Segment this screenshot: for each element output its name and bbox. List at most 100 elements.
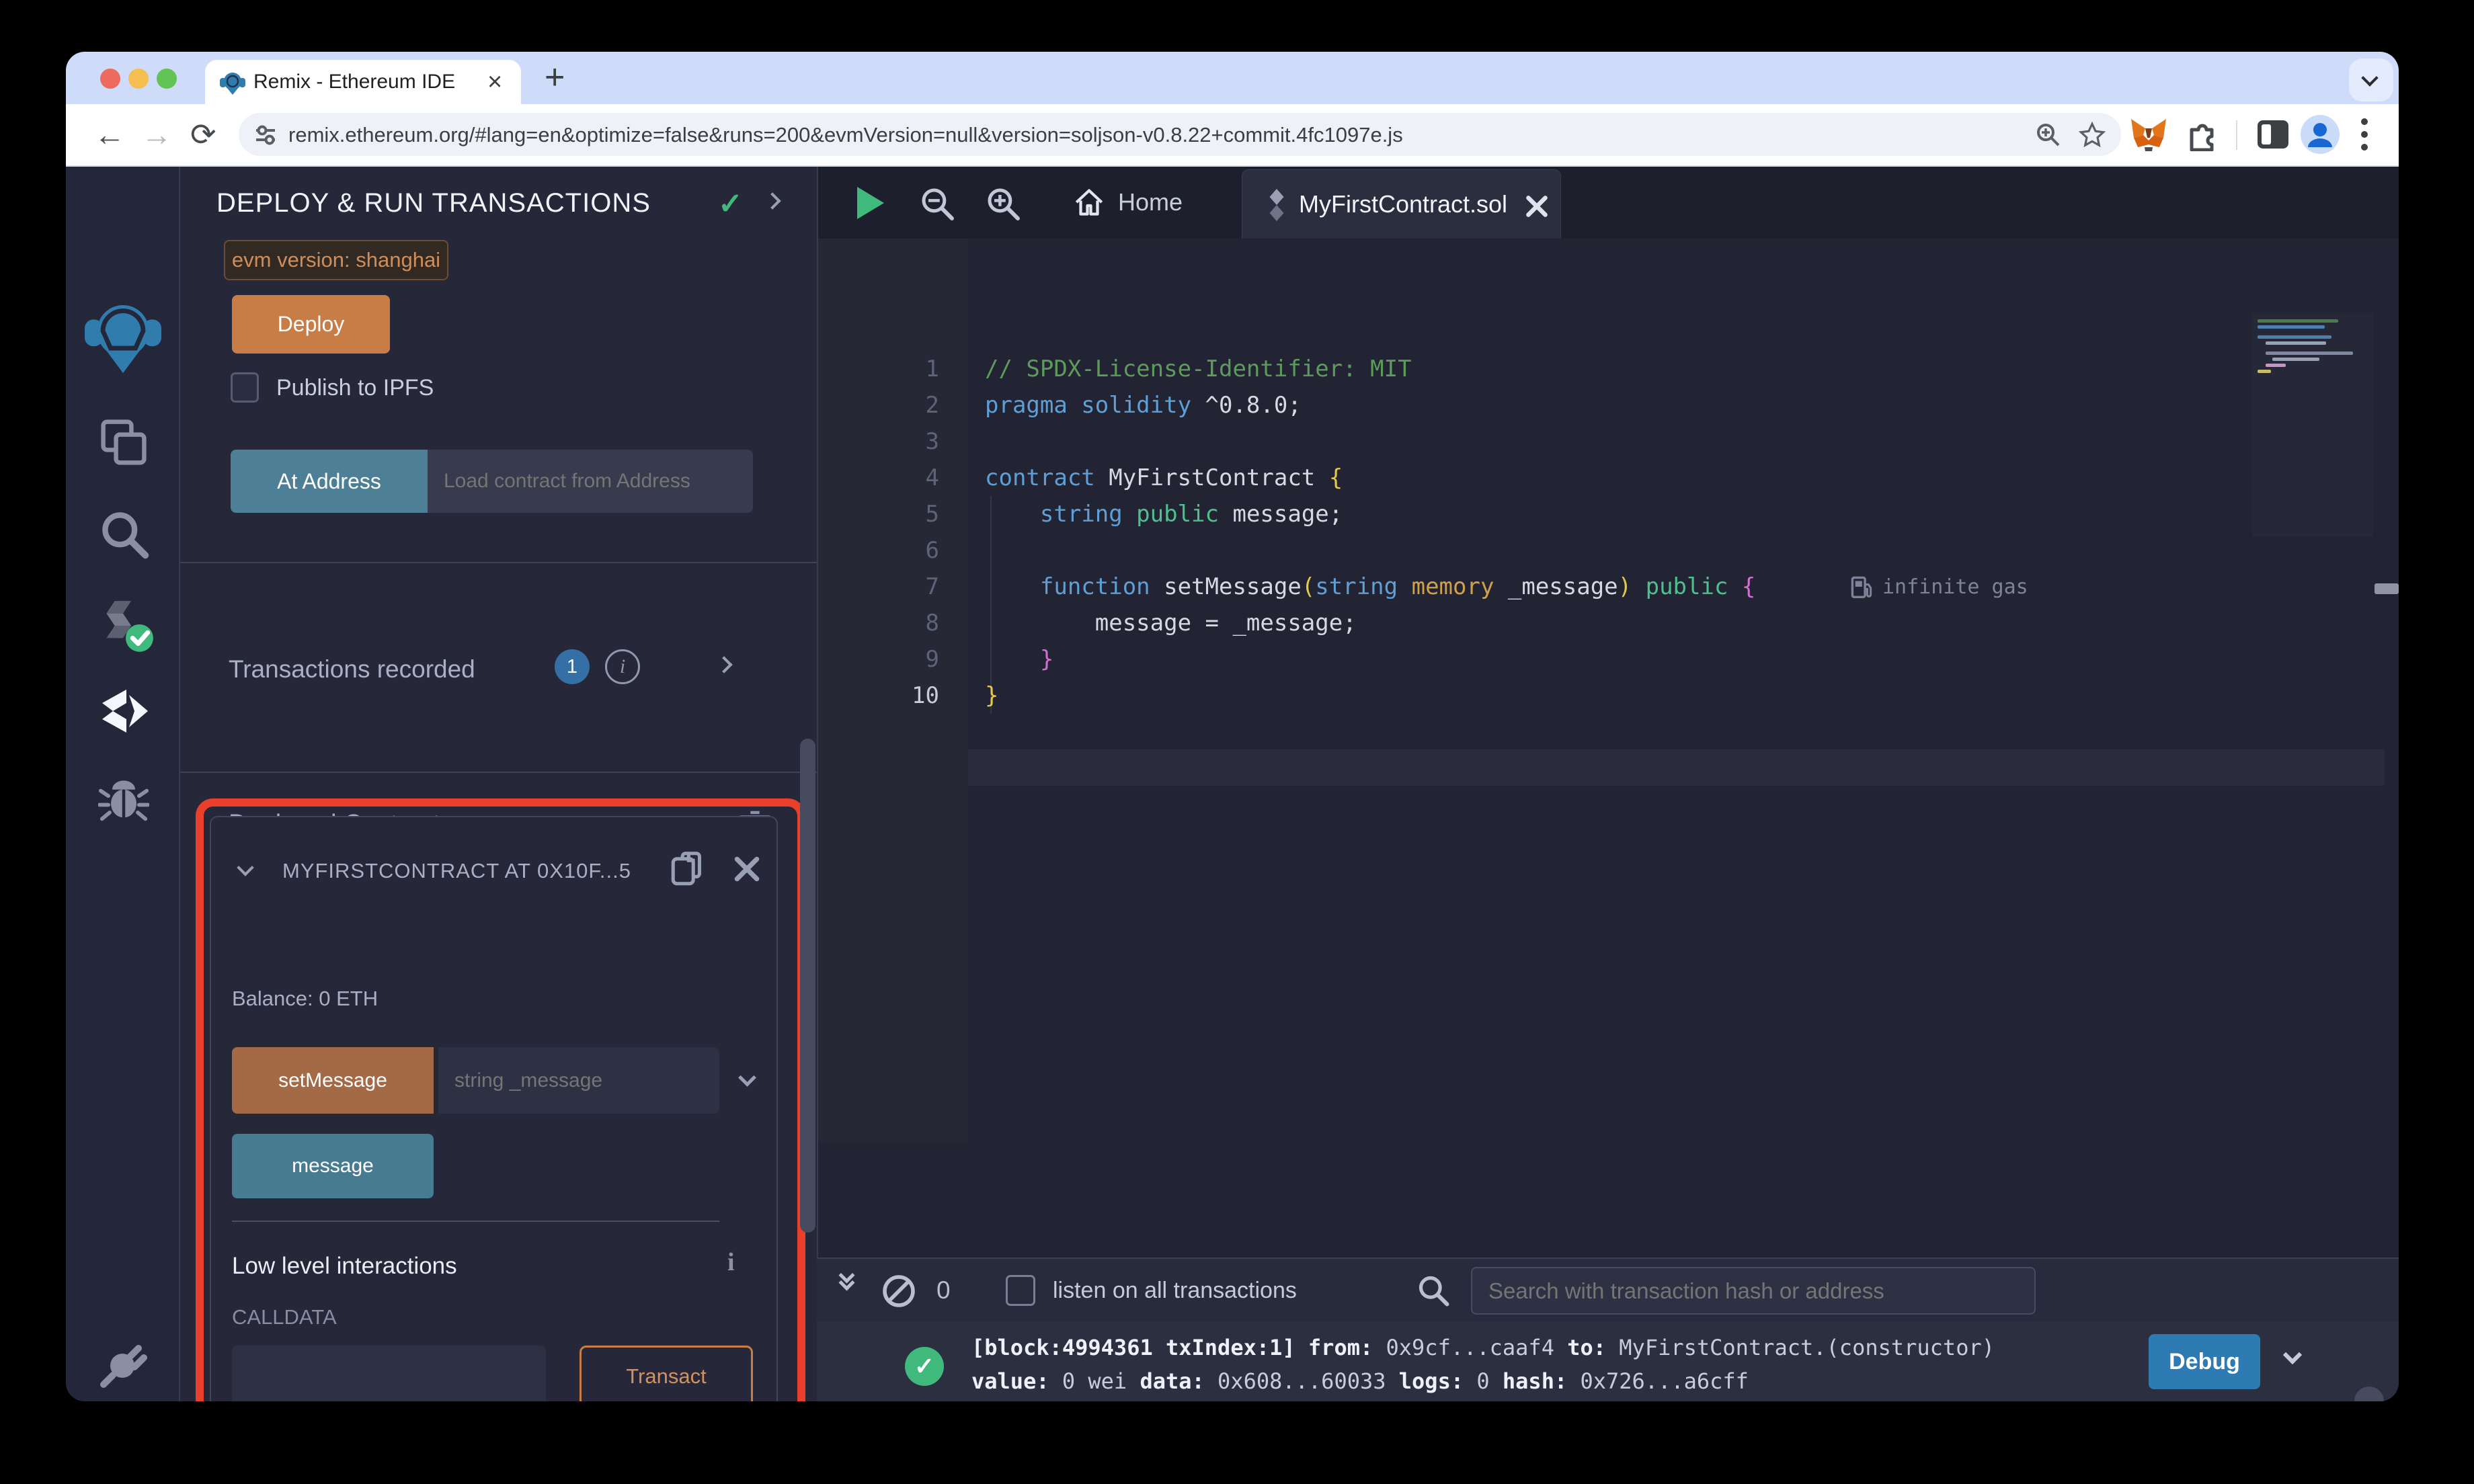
profile-avatar[interactable] [2301,115,2340,154]
site-settings-icon[interactable] [253,123,278,147]
log-expand-icon[interactable] [2282,1345,2303,1365]
code-token: function [985,573,1164,600]
at-address-input[interactable] [428,450,753,513]
minimap[interactable] [2252,313,2373,536]
file-explorer-icon[interactable] [98,417,149,468]
split-view-icon[interactable] [2256,119,2290,150]
line-number: 2 [925,392,939,419]
line-number: 5 [925,501,939,528]
terminal-tx-count: 0 [936,1276,951,1304]
tab-home[interactable]: Home [1072,180,1183,224]
browser-tab[interactable]: Remix - Ethereum IDE × [205,60,521,104]
code-line: function setMessage(string memory _messa… [985,569,1756,605]
solidity-compiler-icon[interactable] [95,595,156,656]
set-message-label: setMessage [278,1069,387,1091]
minimap-bar [2266,341,2326,345]
panel-divider [180,772,817,773]
transact-button[interactable]: Transact [580,1346,753,1401]
deploy-run-icon[interactable] [97,684,151,738]
expand-params-icon[interactable] [738,1069,756,1087]
transactions-expand-icon[interactable] [715,656,733,673]
copy-icon[interactable] [668,850,706,890]
set-message-button[interactable]: setMessage [232,1047,434,1114]
code-token: ( [1301,573,1316,600]
at-address-button[interactable]: At Address [231,450,428,513]
reload-icon[interactable]: ⟳ [190,116,216,153]
low-level-info-icon[interactable]: i [727,1247,735,1277]
deploy-label: Deploy [277,312,345,336]
plugin-icon[interactable] [97,1336,151,1390]
code-token: } [985,646,1054,673]
menu-dots-icon[interactable] [2360,116,2369,153]
code-editor[interactable]: 1 2 3 4 5 6 7 8 9 10 // SPDX-License-Ide… [818,239,2399,1143]
debug-button[interactable]: Debug [2149,1334,2260,1389]
contract-close-icon[interactable] [733,855,761,883]
back-icon[interactable]: ← [94,116,125,153]
transaction-log-row[interactable]: ✓ [block:4994361 txIndex:1] from: 0x9cf.… [817,1321,2399,1401]
code-token: string [1315,573,1412,600]
debugger-icon[interactable] [98,773,149,824]
traffic-zoom-button[interactable] [157,69,177,89]
address-bar[interactable]: remix.ethereum.org/#lang=en&optimize=fal… [239,113,2121,156]
extensions-icon[interactable] [2185,118,2219,151]
traffic-minimize-button[interactable] [128,69,149,89]
code-token: // SPDX-License-Identifier: MIT [985,356,1412,382]
code-token: _message [1507,573,1618,600]
metamask-icon[interactable] [2130,118,2167,153]
panel-scrollbar[interactable] [800,739,815,1233]
block-ban-icon[interactable] [881,1274,916,1309]
minimap-bar [2266,364,2286,367]
listen-checkbox[interactable] [1006,1275,1035,1306]
set-message-input[interactable] [438,1047,719,1114]
bookmark-star-icon[interactable] [2078,121,2106,149]
code-token: MyFirstContract [1109,464,1329,491]
panel-title: DEPLOY & RUN TRANSACTIONS [216,188,651,218]
deployed-contract-card: MYFIRSTCONTRACT AT 0X10F...5 Balance: 0 … [210,816,778,1401]
terminal-search-input[interactable] [1471,1267,2036,1315]
code-token: pragma solidity [985,392,1205,419]
expand-chevrons-icon[interactable] [838,1267,855,1291]
tab-search-button[interactable] [2349,58,2393,101]
chevron-right-icon[interactable] [764,192,781,210]
message-button[interactable]: message [232,1134,434,1198]
tab-close-icon[interactable] [1525,194,1549,218]
zoom-in-icon[interactable] [985,186,1023,223]
traffic-close-button[interactable] [100,69,120,89]
code-line: message = _message; [985,605,1357,641]
zoom-page-icon[interactable] [2035,122,2062,149]
contract-collapse-icon[interactable] [237,859,254,876]
remix-logo[interactable] [85,298,161,375]
deploy-button[interactable]: Deploy [232,295,390,354]
forward-icon[interactable]: → [141,116,172,153]
code-line: string public message; [985,496,1343,532]
search-icon[interactable] [98,508,149,559]
log-token: to: [1567,1335,1607,1360]
check-icon: ✓ [718,188,743,220]
new-tab-icon[interactable]: + [545,57,565,97]
remix-icon-strip [66,167,180,1401]
tab-myfirstcontract[interactable]: MyFirstContract.sol [1242,169,1561,239]
gas-pump-icon [1851,576,1872,598]
publish-ipfs-checkbox[interactable] [231,372,259,403]
code-line: } [985,677,998,714]
log-token: 0x9cf...caaf4 [1373,1335,1568,1360]
contract-title: MYFIRSTCONTRACT AT 0X10F...5 [282,859,631,882]
listen-label: listen on all transactions [1053,1278,1297,1303]
editor-scrollbar[interactable] [2375,583,2399,594]
terminal-toolbar: 0 listen on all transactions [817,1258,2399,1321]
zoom-out-icon[interactable] [919,186,957,223]
calldata-input[interactable] [232,1346,546,1401]
log-token: 0 [1464,1368,1503,1394]
publish-ipfs-label: Publish to IPFS [276,375,434,401]
code-token: } [985,682,999,709]
code-line: // SPDX-License-Identifier: MIT [985,351,1412,387]
tab-close-icon[interactable]: × [487,68,502,97]
evm-version-label: evm version: shanghai [231,248,441,272]
card-divider [232,1221,719,1222]
info-icon[interactable]: i [605,649,640,684]
run-play-icon[interactable] [857,187,884,219]
file-tab-label: MyFirstContract.sol [1299,190,1508,218]
editor-area: Home MyFirstContract.sol 1 2 3 4 5 6 7 8… [817,167,2399,1401]
url-text[interactable]: remix.ethereum.org/#lang=en&optimize=fal… [288,123,1403,147]
log-token: MyFirstContract.(constructor) [1606,1335,1995,1360]
